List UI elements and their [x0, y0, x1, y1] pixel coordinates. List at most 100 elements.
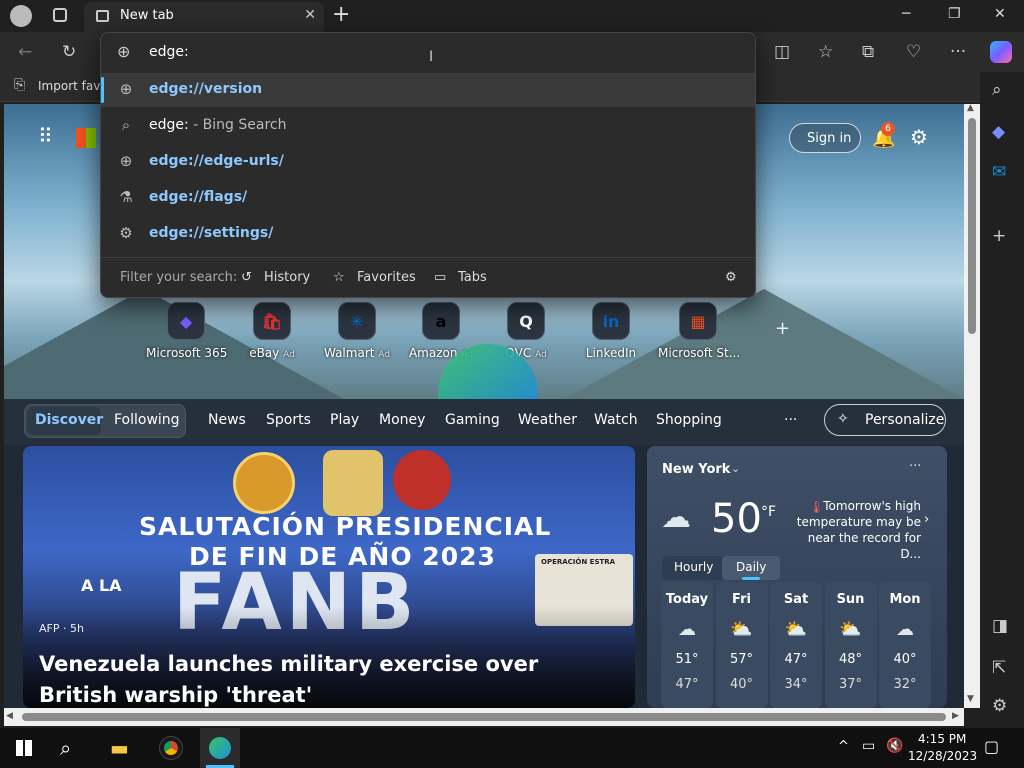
suggestion-item[interactable]: ⚙ edge://settings/ — [101, 217, 755, 251]
quick-link[interactable]: ▦ Microsoft St... — [658, 302, 740, 360]
tab-gaming[interactable]: Gaming — [445, 412, 500, 428]
tab-news[interactable]: News — [208, 412, 246, 428]
add-sidebar-app-icon[interactable]: + — [992, 226, 1006, 246]
notification-center-icon[interactable]: ▢ — [984, 737, 999, 756]
scroll-right-arrow[interactable]: ▶ — [952, 711, 959, 721]
more-tabs-button[interactable]: ··· — [784, 412, 797, 428]
minimize-button[interactable]: ─ — [902, 6, 910, 22]
back-icon[interactable]: ← — [18, 42, 32, 62]
news-card[interactable]: SALUTACIÓN PRESIDENCIAL DE FIN DE AÑO 20… — [23, 446, 635, 708]
suggestion-item[interactable]: ⊕ edge://version — [101, 73, 755, 107]
import-favorites-link[interactable]: Import favo — [38, 79, 108, 93]
scroll-thumb[interactable] — [22, 713, 946, 721]
search-icon[interactable]: ⌕ — [60, 736, 71, 760]
quick-link[interactable]: 🛍 eBay Ad — [232, 302, 312, 360]
horizontal-scrollbar[interactable]: ◀ ▶ — [4, 708, 964, 726]
import-favorites-icon[interactable]: ⎘ — [14, 77, 25, 93]
search-icon[interactable]: ⌕ — [992, 80, 1002, 100]
hide-sidebar-icon[interactable]: ◨ — [992, 616, 1008, 636]
outlook-icon[interactable]: ✉ — [992, 162, 1006, 182]
scroll-down-arrow[interactable]: ▼ — [967, 694, 974, 704]
volume-muted-icon[interactable]: 🔇 — [886, 738, 903, 754]
weather-card[interactable]: New York ⌄ ··· ☁ 50 °F 🌡 Tomorrow's high… — [647, 446, 947, 708]
quick-link[interactable]: ✳ Walmart Ad — [317, 302, 397, 360]
forecast-day[interactable]: Sun ⛅ 48° 37° — [824, 582, 877, 708]
filter-history-button[interactable]: History — [264, 270, 310, 285]
suggestion-item[interactable]: ⚗ edge://flags/ — [101, 181, 755, 215]
hourly-tab[interactable]: Hourly — [674, 560, 713, 574]
apps-launcher-icon[interactable]: ⠿ — [38, 124, 53, 148]
clock-date[interactable]: 12/28/2023 — [908, 749, 977, 763]
quick-link[interactable]: ◆ Microsoft 365 — [146, 302, 227, 360]
address-bar[interactable]: ⊕ edge: I — [101, 33, 755, 71]
copilot-sidebar-icon[interactable]: ◆ — [992, 122, 1005, 142]
more-options-icon[interactable]: ··· — [909, 459, 921, 474]
vertical-scrollbar[interactable]: ▲ ▼ — [964, 103, 980, 708]
forecast-day[interactable]: Mon ☁ 40° 32° — [879, 582, 931, 708]
forecast-day[interactable]: Sat ⛅ 47° 34° — [770, 582, 822, 708]
close-window-button[interactable]: ✕ — [994, 6, 1006, 22]
tab-actions-icon[interactable] — [53, 8, 67, 22]
windows-start-icon[interactable] — [16, 740, 32, 756]
tab-sports[interactable]: Sports — [266, 412, 311, 428]
suggestion-item[interactable]: ⌕ edge: - Bing Search — [101, 109, 755, 143]
scroll-up-arrow[interactable]: ▲ — [967, 103, 974, 113]
weather-note[interactable]: Tomorrow's high temperature may be near … — [789, 498, 921, 562]
suggestion-item[interactable]: ⊕ edge://edge-urls/ — [101, 145, 755, 179]
profile-avatar[interactable] — [10, 5, 32, 27]
add-quick-link-icon[interactable]: + — [775, 318, 790, 339]
collections-icon[interactable]: ⧉ — [862, 42, 874, 62]
more-menu-icon[interactable]: ··· — [950, 42, 966, 62]
tab-discover[interactable]: Discover — [35, 412, 103, 428]
copilot-icon[interactable] — [990, 41, 1012, 63]
quick-link[interactable]: in LinkedIn — [571, 302, 651, 360]
globe-icon: ⊕ — [119, 152, 133, 170]
close-tab-icon[interactable]: ✕ — [304, 7, 316, 23]
favorites-icon[interactable]: ☆ — [818, 42, 833, 62]
article-source[interactable]: AFP · 5h — [39, 622, 84, 635]
filter-settings-icon[interactable]: ⚙ — [725, 270, 737, 285]
chrome-icon[interactable] — [159, 736, 183, 760]
article-headline[interactable]: Venezuela launches military exercise ove… — [39, 649, 599, 708]
personalize-button[interactable]: ✧ Personalize — [824, 404, 946, 436]
browser-essentials-icon[interactable]: ♡ — [906, 42, 921, 62]
chevron-right-icon[interactable]: › — [924, 512, 929, 527]
history-icon: ↺ — [241, 270, 252, 285]
external-link-icon[interactable]: ⇱ — [992, 658, 1006, 678]
tab-shopping[interactable]: Shopping — [656, 412, 722, 428]
refresh-icon[interactable]: ↻ — [62, 42, 76, 62]
forecast-day[interactable]: Today ☁ 51° 47° — [661, 582, 713, 708]
tab-weather[interactable]: Weather — [518, 412, 577, 428]
restore-button[interactable]: ❐ — [948, 6, 961, 22]
split-screen-icon[interactable]: ◫ — [774, 42, 790, 62]
tab-new-tab[interactable]: New tab ✕ — [84, 2, 324, 32]
new-tab-button[interactable]: + — [332, 2, 350, 27]
file-explorer-icon[interactable]: ▬ — [110, 736, 129, 760]
filter-tabs-button[interactable]: Tabs — [458, 270, 487, 285]
chevron-down-icon[interactable]: ⌄ — [731, 462, 740, 475]
text-cursor: I — [429, 49, 434, 65]
cloud-icon: ☁ — [678, 619, 696, 640]
settings-gear-icon[interactable]: ⚙ — [910, 125, 928, 149]
network-icon[interactable]: ▭ — [862, 738, 875, 754]
banner-line: A LA — [81, 576, 122, 595]
tab-following[interactable]: Following — [114, 412, 180, 428]
filter-favorites-button[interactable]: Favorites — [357, 270, 416, 285]
chevron-up-icon[interactable]: ^ — [838, 739, 849, 754]
scroll-thumb[interactable] — [968, 118, 976, 334]
operation-sign-text: OPERACIÓN ESTRA — [541, 558, 616, 566]
sign-in-button[interactable]: Sign in — [789, 123, 861, 153]
tab-watch[interactable]: Watch — [594, 412, 638, 428]
scroll-left-arrow[interactable]: ◀ — [6, 711, 13, 721]
forecast-day[interactable]: Fri ⛅ 57° 40° — [715, 582, 768, 708]
tab-play[interactable]: Play — [330, 412, 359, 428]
quick-link-label: Walmart Ad — [317, 346, 397, 360]
edge-taskbar-icon[interactable] — [200, 728, 240, 768]
tab-money[interactable]: Money — [379, 412, 425, 428]
address-input[interactable]: edge: — [149, 44, 189, 60]
quick-link-name: Walmart — [323, 346, 375, 360]
daily-tab[interactable]: Daily — [736, 560, 766, 574]
weather-location[interactable]: New York — [662, 462, 730, 477]
sidebar-settings-icon[interactable]: ⚙ — [992, 696, 1007, 716]
clock-time[interactable]: 4:15 PM — [918, 732, 966, 746]
